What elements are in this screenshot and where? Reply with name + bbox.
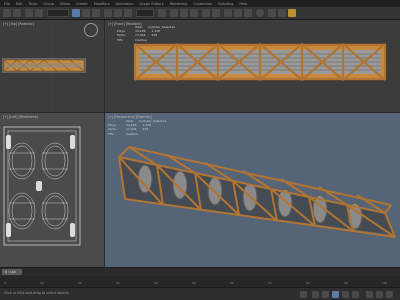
lock-selection-icon[interactable] — [300, 291, 307, 298]
status-bar: Click or click-and-drag to select object… — [0, 287, 400, 300]
rendered-frame-window-icon[interactable] — [278, 9, 286, 17]
material-editor-icon[interactable] — [256, 9, 264, 17]
menu-customize[interactable]: Customize — [193, 2, 211, 6]
main-toolbar — [0, 7, 400, 20]
tick-label: 20 — [78, 281, 82, 285]
tick-label: 90 — [344, 281, 348, 285]
tick-label: 40 — [154, 281, 158, 285]
curve-editor-icon[interactable] — [234, 9, 242, 17]
link-icon[interactable] — [25, 9, 33, 17]
select-by-name-icon[interactable] — [82, 9, 90, 17]
region-select-icon[interactable] — [92, 9, 100, 17]
align-icon[interactable] — [212, 9, 220, 17]
stat-key: FPS: — [117, 37, 124, 42]
go-to-end-icon[interactable] — [352, 291, 359, 298]
tick-label: 100 — [382, 281, 388, 285]
menu-edit[interactable]: Edit — [16, 2, 23, 6]
menu-graph-editors[interactable]: Graph Editors — [140, 2, 164, 6]
menu-animation[interactable]: Animation — [116, 2, 134, 6]
menu-tools[interactable]: Tools — [29, 2, 38, 6]
select-object-icon[interactable] — [72, 9, 80, 17]
scale-icon[interactable] — [124, 9, 132, 17]
tick-label: 10 — [40, 281, 44, 285]
tick-label: 80 — [306, 281, 310, 285]
pan-icon[interactable] — [376, 291, 383, 298]
viewport-front[interactable]: [+] [Front] [Realistic] Total Cylinder_Se… — [105, 20, 400, 112]
time-slider-handle[interactable]: 0 / 100 — [2, 269, 22, 275]
percent-snap-icon[interactable] — [190, 9, 198, 17]
viewport-left[interactable]: [+] [Left] [Wireframe] — [0, 113, 104, 267]
viewport-left-canvas — [3, 126, 81, 246]
track-bar[interactable]: 0 10 20 30 40 50 60 70 80 90 100 — [0, 276, 400, 287]
menu-bar: File Edit Tools Group Views Create Modif… — [0, 0, 400, 7]
status-prompt: Click or click-and-drag to select object… — [4, 291, 69, 295]
stat-selected: 576 — [151, 33, 158, 38]
undo-icon[interactable] — [3, 9, 11, 17]
go-to-start-icon[interactable] — [312, 291, 319, 298]
previous-frame-icon[interactable] — [322, 291, 329, 298]
layer-manager-icon[interactable] — [224, 9, 232, 17]
viewcube-icon[interactable] — [84, 23, 98, 37]
snap-icon[interactable] — [170, 9, 178, 17]
app-window: File Edit Tools Group Views Create Modif… — [0, 0, 400, 300]
tick-label: 50 — [192, 281, 196, 285]
menu-modifiers[interactable]: Modifiers — [94, 2, 110, 6]
viewport-perspective[interactable]: [+] [Perspective] [Realistic] Total Cylin… — [105, 113, 400, 267]
stat-key: FPS: — [108, 131, 115, 136]
render-production-icon[interactable] — [288, 9, 296, 17]
stat-total: Inactive — [126, 131, 138, 136]
move-icon[interactable] — [104, 9, 112, 17]
rotate-icon[interactable] — [114, 9, 122, 17]
viewport-perspective-stats: Total Cylinder_Selected Polys: 34,186 1,128… — [108, 119, 166, 136]
next-frame-icon[interactable] — [342, 291, 349, 298]
tick-label: 30 — [116, 281, 120, 285]
viewport-top-label[interactable]: [+] [Top] [Realistic] — [3, 22, 34, 26]
stat-selected: 576 — [142, 127, 149, 132]
tick-label: 0 — [4, 281, 6, 285]
zoom-icon[interactable] — [366, 291, 373, 298]
pivot-icon[interactable] — [158, 9, 166, 17]
redo-icon[interactable] — [13, 9, 21, 17]
time-slider[interactable]: 0 / 100 — [0, 267, 400, 276]
tick-label: 60 — [230, 281, 234, 285]
menu-scripting[interactable]: Scripting — [218, 2, 234, 6]
stat-total: Inactive — [135, 37, 147, 42]
unlink-icon[interactable] — [35, 9, 43, 17]
menu-rendering[interactable]: Rendering — [170, 2, 188, 6]
viewport-perspective-canvas — [118, 146, 396, 238]
reference-coordinate-dropdown[interactable] — [136, 9, 154, 17]
schematic-view-icon[interactable] — [244, 9, 252, 17]
menu-group[interactable]: Group — [43, 2, 54, 6]
play-icon[interactable] — [332, 291, 339, 298]
menu-create[interactable]: Create — [76, 2, 88, 6]
frame-counter: 0 / 100 — [5, 270, 16, 274]
orbit-icon[interactable] — [386, 291, 393, 298]
tick-label: 70 — [268, 281, 272, 285]
viewport-front-stats: Total Cylinder_Selected Polys: 34,186 1,128… — [117, 25, 175, 42]
render-setup-icon[interactable] — [268, 9, 276, 17]
menu-file[interactable]: File — [4, 2, 10, 6]
angle-snap-icon[interactable] — [180, 9, 188, 17]
viewport-left-label[interactable]: [+] [Left] [Wireframe] — [3, 115, 38, 119]
mirror-icon[interactable] — [202, 9, 210, 17]
menu-views[interactable]: Views — [60, 2, 70, 6]
selection-filter-dropdown[interactable] — [47, 9, 69, 17]
menu-help[interactable]: Help — [239, 2, 247, 6]
